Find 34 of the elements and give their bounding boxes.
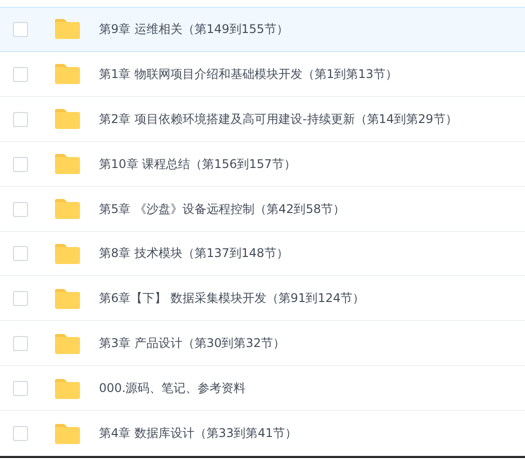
folder-name: 第10章 课程总结（第156到157节） — [99, 156, 296, 173]
checkbox[interactable] — [13, 426, 28, 442]
folder-icon — [54, 153, 81, 176]
folder-icon — [54, 198, 81, 220]
folder-icon — [54, 63, 81, 86]
checkbox[interactable] — [13, 291, 28, 306]
checkbox[interactable] — [13, 66, 28, 82]
folder-row[interactable]: 第5章 《沙盘》设备远程控制（第42到58节） — [0, 186, 525, 232]
folder-icon — [54, 378, 81, 400]
folder-name: 第6章【下】 数据采集模块开发（第91到124节） — [99, 290, 365, 308]
folder-icon — [54, 422, 81, 445]
folder-name: 000.源码、笔记、参考资料 — [99, 380, 246, 398]
folder-icon — [54, 18, 81, 40]
checkbox[interactable] — [13, 156, 28, 172]
checkbox[interactable] — [13, 381, 28, 396]
folder-name: 第3章 产品设计（第30到第32节） — [99, 335, 285, 352]
folder-name: 第8章 技术模块（第137到148节） — [99, 245, 288, 262]
checkbox[interactable] — [13, 112, 28, 127]
checkbox[interactable] — [13, 202, 28, 217]
folder-name: 第2章 项目依赖环境搭建及高可用建设-持续更新（第14到第29节） — [99, 110, 458, 128]
folder-name: 第1章 物联网项目介绍和基础模块开发（第1到第13节） — [99, 66, 398, 83]
folder-name: 第5章 《沙盘》设备远程控制（第42到58节） — [99, 200, 345, 218]
folder-icon — [54, 332, 81, 355]
checkbox[interactable] — [13, 246, 28, 262]
folder-name: 第4章 数据库设计（第33到第41节） — [99, 425, 297, 442]
folder-row[interactable]: 第10章 课程总结（第156到157节） — [0, 142, 525, 187]
folder-icon — [54, 288, 81, 310]
folder-row[interactable]: 第9章 运维相关（第149到155节） — [0, 7, 525, 52]
folder-icon — [54, 108, 81, 130]
folder-row[interactable]: 第8章 技术模块（第137到148节） — [0, 232, 525, 276]
folder-name: 第9章 运维相关（第149到155节） — [99, 20, 288, 38]
checkbox[interactable] — [13, 22, 28, 37]
folder-icon — [54, 242, 81, 265]
checkbox[interactable] — [13, 336, 28, 352]
